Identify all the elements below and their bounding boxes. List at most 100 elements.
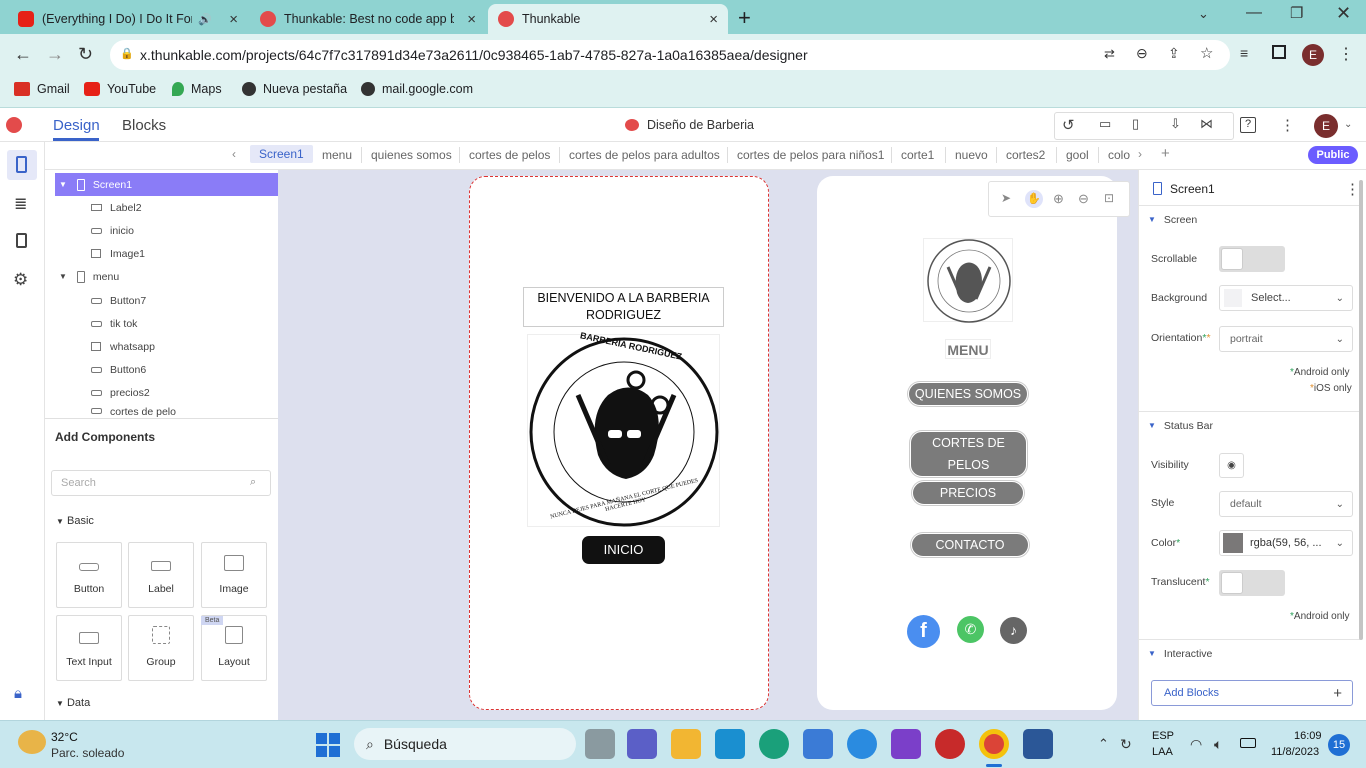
media-icon[interactable]: ≡: [1240, 45, 1248, 61]
section-status-bar[interactable]: ▼ Status Bar: [1138, 411, 1360, 439]
screen-tab[interactable]: corte1: [901, 148, 934, 162]
clock-time[interactable]: 16:09: [1294, 730, 1322, 742]
edge-icon[interactable]: [759, 729, 789, 759]
restore-icon[interactable]: ❐: [1290, 4, 1303, 22]
new-tab-button[interactable]: +: [738, 5, 751, 31]
bookmark-new-tab[interactable]: Nueva pestaña: [242, 82, 347, 96]
tree-item[interactable]: whatsapp: [55, 335, 288, 358]
screen-tab[interactable]: Screen1: [250, 145, 313, 163]
fit-screen-icon[interactable]: ⊡: [1104, 191, 1114, 205]
store-icon[interactable]: [803, 729, 833, 759]
window-close-icon[interactable]: ✕: [1336, 3, 1351, 24]
cortes-de-pelos-button[interactable]: CORTES DE PELOS: [910, 431, 1027, 477]
tab-blocks[interactable]: Blocks: [122, 117, 166, 134]
browser-tab-youtube[interactable]: (Everything I Do) I Do It For Y 🔊 ×: [8, 4, 248, 34]
style-select[interactable]: default ⌄: [1219, 491, 1353, 517]
screen-tab[interactable]: colo: [1108, 148, 1130, 162]
background-select[interactable]: Select... ⌄: [1219, 285, 1353, 311]
more-icon[interactable]: ⋮: [1345, 180, 1360, 198]
tree-item-menu[interactable]: ▼ menu: [55, 265, 288, 288]
weather-temp[interactable]: 32°C: [51, 730, 78, 744]
scrollbar[interactable]: [1359, 180, 1363, 640]
tab-design[interactable]: Design: [53, 117, 100, 134]
side-panel-icon[interactable]: [1272, 45, 1286, 59]
network-status-icon[interactable]: ↻: [1120, 736, 1132, 753]
tree-item[interactable]: Image1: [55, 242, 288, 265]
zoom-in-icon[interactable]: ⊕: [1053, 191, 1064, 207]
caret-down-icon[interactable]: ▼: [59, 272, 67, 281]
bookmark-youtube[interactable]: YouTube: [84, 82, 156, 96]
close-icon[interactable]: ×: [467, 11, 476, 28]
zoom-icon[interactable]: ⊖: [1136, 45, 1148, 62]
bookmark-gmail[interactable]: Gmail: [14, 82, 70, 96]
tree-item[interactable]: cortes de pelo: [55, 404, 288, 417]
facebook-icon[interactable]: f: [907, 615, 940, 648]
translate-icon[interactable]: ⇄: [1104, 46, 1115, 62]
cursor-icon[interactable]: ➤: [1001, 191, 1011, 205]
screen-tab[interactable]: menu: [322, 148, 352, 162]
back-icon[interactable]: ←: [14, 44, 32, 65]
hand-icon[interactable]: ✋: [1025, 190, 1043, 208]
zoom-out-icon[interactable]: ⊖: [1078, 191, 1089, 207]
component-button[interactable]: Button: [56, 542, 122, 608]
scrollable-toggle[interactable]: [1219, 246, 1285, 272]
lock-icon[interactable]: 🔒︎: [14, 685, 22, 702]
minimize-icon[interactable]: —: [1246, 4, 1262, 22]
forward-icon[interactable]: →: [46, 44, 64, 65]
close-icon[interactable]: ×: [229, 11, 238, 28]
bookmark-maps[interactable]: Maps: [172, 82, 222, 96]
taskbar-search[interactable]: ⌕ Búsqueda: [354, 728, 576, 760]
tab-search-icon[interactable]: ⌄: [1198, 6, 1209, 22]
assets-icon[interactable]: [16, 233, 27, 248]
screen-tab[interactable]: cortes2: [1006, 148, 1045, 162]
preview-icon[interactable]: ▭: [1099, 116, 1111, 132]
help-app-icon[interactable]: [847, 729, 877, 759]
volume-icon[interactable]: 🔈︎: [1214, 736, 1222, 753]
thunkable-logo-icon[interactable]: [6, 117, 22, 133]
screen-tab[interactable]: cortes de pelos para niños1: [737, 148, 884, 162]
weather-icon[interactable]: [18, 730, 46, 754]
app-icon[interactable]: [935, 729, 965, 759]
help-icon[interactable]: ?: [1240, 117, 1256, 133]
more-icon[interactable]: ⋮: [1280, 116, 1295, 134]
quienes-somos-button[interactable]: QUIENES SOMOS: [908, 382, 1028, 406]
tree-item-screen1[interactable]: ▼ Screen1: [55, 173, 278, 196]
file-explorer-icon[interactable]: [671, 729, 701, 759]
orientation-select[interactable]: portrait ⌄: [1219, 326, 1353, 352]
welcome-label[interactable]: BIENVENIDO A LA BARBERIA RODRIGUEZ: [523, 287, 724, 327]
add-blocks-button[interactable]: Add Blocks +: [1151, 680, 1353, 706]
screen-tab[interactable]: nuevo: [955, 148, 988, 162]
component-image[interactable]: Image: [201, 542, 267, 608]
word-icon[interactable]: [1023, 729, 1053, 759]
settings-gear-icon[interactable]: ⚙: [13, 270, 28, 290]
section-screen[interactable]: ▼ Screen: [1138, 205, 1360, 233]
visual-studio-icon[interactable]: [891, 729, 921, 759]
weather-desc[interactable]: Parc. soleado: [51, 746, 124, 760]
download-icon[interactable]: ⇩: [1170, 116, 1181, 132]
bookmark-mail-google[interactable]: mail.google.com: [361, 82, 473, 96]
translucent-toggle[interactable]: [1219, 570, 1285, 596]
menu-icon[interactable]: ⋮: [1338, 44, 1354, 64]
public-badge[interactable]: Public: [1308, 146, 1358, 164]
bookmark-star-icon[interactable]: ☆: [1200, 44, 1213, 62]
address-bar[interactable]: 🔒 x.thunkable.com/projects/64c7f7c317891…: [110, 40, 1230, 70]
tree-item[interactable]: Button7: [55, 289, 288, 312]
menu-title[interactable]: MENU: [945, 339, 991, 359]
wifi-icon[interactable]: ◠: [1190, 736, 1202, 753]
close-icon[interactable]: ×: [709, 11, 718, 28]
eye-icon[interactable]: ◉: [1219, 453, 1244, 478]
section-interactive[interactable]: ▼ Interactive: [1138, 639, 1360, 667]
browser-tab-thunkable-home[interactable]: Thunkable: Best no code app bui ×: [250, 4, 486, 34]
teams-icon[interactable]: [627, 729, 657, 759]
database-icon[interactable]: ≣: [14, 194, 27, 214]
live-test-icon[interactable]: ▯: [1132, 116, 1139, 132]
precios-button[interactable]: PRECIOS: [912, 481, 1024, 505]
tree-item[interactable]: tik tok: [55, 312, 288, 335]
chevron-left-icon[interactable]: ‹: [232, 147, 236, 161]
tree-item[interactable]: Label2: [55, 196, 288, 219]
battery-icon[interactable]: [1240, 738, 1256, 748]
hp-app-icon[interactable]: [715, 729, 745, 759]
profile-avatar[interactable]: E: [1302, 44, 1324, 66]
color-select[interactable]: rgba(59, 56, ... ⌄: [1219, 530, 1353, 556]
screen-tab[interactable]: gool: [1066, 148, 1089, 162]
